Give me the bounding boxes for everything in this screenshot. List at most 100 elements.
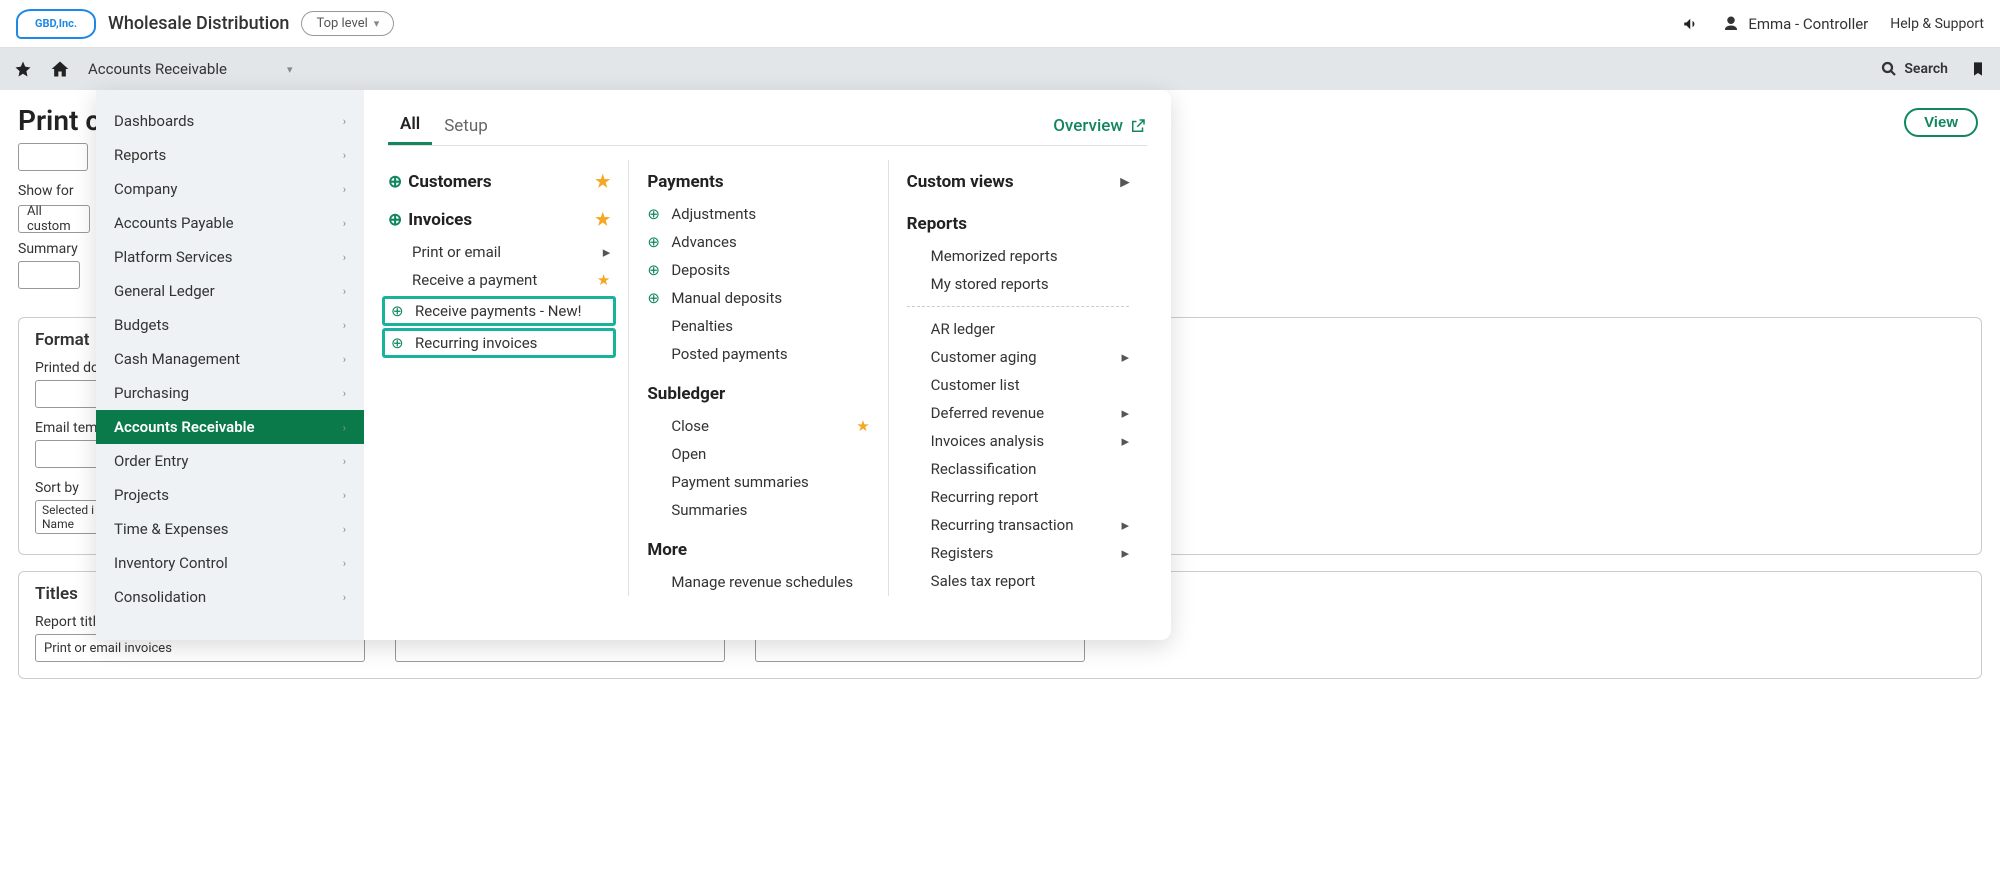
show-for-label: Show for xyxy=(18,183,90,199)
plus-circle-icon: ⊕ xyxy=(391,302,407,320)
chevron-right-icon: ▸ xyxy=(1121,348,1129,366)
sidebar-item-company[interactable]: Company› xyxy=(96,172,364,206)
menu-item-customer-list[interactable]: Customer list xyxy=(907,371,1129,399)
menu-item-my-stored-reports[interactable]: My stored reports xyxy=(907,270,1129,298)
overview-link[interactable]: Overview xyxy=(1053,116,1147,136)
payments-heading[interactable]: Payments xyxy=(647,172,869,192)
custom-views-heading[interactable]: Custom views ▸ xyxy=(907,172,1129,192)
menu-item-deferred-revenue[interactable]: Deferred revenue▸ xyxy=(907,399,1129,427)
input-generic[interactable] xyxy=(18,143,88,171)
user-name: Emma - Controller xyxy=(1748,15,1868,33)
chevron-right-icon: › xyxy=(343,489,346,502)
home-icon[interactable] xyxy=(50,59,70,79)
chevron-right-icon: › xyxy=(343,557,346,570)
chevron-right-icon: ▸ xyxy=(1121,544,1129,562)
sort-option[interactable]: Selected i xyxy=(42,503,94,517)
chevron-right-icon: › xyxy=(343,591,346,604)
menu-item-open[interactable]: Open xyxy=(647,440,869,468)
menu-item-recurring-invoices[interactable]: ⊕Recurring invoices xyxy=(382,328,616,358)
chevron-down-icon: ▾ xyxy=(287,63,293,76)
menu-item-recurring-report[interactable]: Recurring report xyxy=(907,483,1129,511)
menu-item-sales-tax-report[interactable]: Sales tax report xyxy=(907,567,1129,595)
menu-item-ar-ledger[interactable]: AR ledger xyxy=(907,315,1129,343)
menu-item-memorized-reports[interactable]: Memorized reports xyxy=(907,242,1129,270)
breadcrumb-module[interactable]: Accounts Receivable ▾ xyxy=(88,60,293,78)
sidebar-item-cash-management[interactable]: Cash Management› xyxy=(96,342,364,376)
menu-item-customer-aging[interactable]: Customer aging▸ xyxy=(907,343,1129,371)
menu-item-payment-summaries[interactable]: Payment summaries xyxy=(647,468,869,496)
external-link-icon xyxy=(1129,117,1147,135)
sidebar-item-platform-services[interactable]: Platform Services› xyxy=(96,240,364,274)
chevron-right-icon: ▸ xyxy=(1120,172,1129,192)
menu-item-reclassification[interactable]: Reclassification xyxy=(907,455,1129,483)
sidebar-item-consolidation[interactable]: Consolidation› xyxy=(96,580,364,614)
menu-item-receive-payments-new-[interactable]: ⊕Receive payments - New! xyxy=(382,296,616,326)
menu-item-manage-revenue-schedules[interactable]: Manage revenue schedules xyxy=(647,568,869,596)
menu-item-adjustments[interactable]: ⊕Adjustments xyxy=(647,200,869,228)
menu-item-close[interactable]: Close★ xyxy=(647,412,869,440)
star-icon: ★ xyxy=(595,172,610,192)
plus-circle-icon: ⊕ xyxy=(391,334,407,352)
show-for-select[interactable]: All custom xyxy=(18,205,90,233)
menu-item-print-or-email[interactable]: Print or email▸ xyxy=(388,238,610,266)
sidebar-item-purchasing[interactable]: Purchasing› xyxy=(96,376,364,410)
invoices-heading[interactable]: ⊕ Invoices ★ xyxy=(388,210,610,230)
menu-item-summaries[interactable]: Summaries xyxy=(647,496,869,524)
menu-item-registers[interactable]: Registers▸ xyxy=(907,539,1129,567)
menu-item-deposits[interactable]: ⊕Deposits xyxy=(647,256,869,284)
menu-item-posted-payments[interactable]: Posted payments xyxy=(647,340,869,368)
email-template-input[interactable] xyxy=(35,440,101,468)
menu-item-invoices-analysis[interactable]: Invoices analysis▸ xyxy=(907,427,1129,455)
chevron-right-icon: › xyxy=(343,285,346,298)
sidebar-item-order-entry[interactable]: Order Entry› xyxy=(96,444,364,478)
subledger-heading[interactable]: Subledger xyxy=(647,384,869,404)
chevron-right-icon: › xyxy=(343,455,346,468)
chevron-right-icon: › xyxy=(343,523,346,536)
sidebar-item-reports[interactable]: Reports› xyxy=(96,138,364,172)
sidebar-item-accounts-receivable[interactable]: Accounts Receivable› xyxy=(96,410,364,444)
chevron-right-icon: ▸ xyxy=(603,243,611,261)
menu-item-receive-a-payment[interactable]: Receive a payment★ xyxy=(388,266,610,294)
sidebar-item-accounts-payable[interactable]: Accounts Payable› xyxy=(96,206,364,240)
chevron-right-icon: › xyxy=(343,183,346,196)
sidebar-item-general-ledger[interactable]: General Ledger› xyxy=(96,274,364,308)
sidebar-item-time-expenses[interactable]: Time & Expenses› xyxy=(96,512,364,546)
search-icon xyxy=(1880,60,1898,78)
sidebar-item-inventory-control[interactable]: Inventory Control› xyxy=(96,546,364,580)
user-menu[interactable]: Emma - Controller xyxy=(1722,15,1868,33)
tab-all[interactable]: All xyxy=(388,106,432,145)
chevron-right-icon: › xyxy=(343,149,346,162)
search-button[interactable]: Search xyxy=(1880,60,1948,78)
chevron-right-icon: ▸ xyxy=(1121,432,1129,450)
help-link[interactable]: Help & Support xyxy=(1890,16,1984,32)
bookmark-icon[interactable] xyxy=(1970,60,1986,78)
menu-item-advances[interactable]: ⊕Advances xyxy=(647,228,869,256)
sidebar-item-projects[interactable]: Projects› xyxy=(96,478,364,512)
plus-circle-icon: ⊕ xyxy=(647,261,663,279)
more-heading[interactable]: More xyxy=(647,540,869,560)
summary-input[interactable] xyxy=(18,261,80,289)
chevron-right-icon: › xyxy=(343,115,346,128)
chevron-right-icon: › xyxy=(343,387,346,400)
megaphone-icon[interactable] xyxy=(1682,15,1700,33)
menu-col-1: ⊕ Customers ★ ⊕ Invoices ★ Print or emai… xyxy=(388,160,628,596)
sub-header: Accounts Receivable ▾ Search xyxy=(0,48,2000,90)
sidebar-item-budgets[interactable]: Budgets› xyxy=(96,308,364,342)
menu-item-manual-deposits[interactable]: ⊕Manual deposits xyxy=(647,284,869,312)
star-icon[interactable] xyxy=(14,60,32,78)
view-button[interactable]: View xyxy=(1904,108,1978,137)
chevron-right-icon: › xyxy=(343,421,346,434)
menu-item-penalties[interactable]: Penalties xyxy=(647,312,869,340)
level-selector[interactable]: Top level ▾ xyxy=(301,11,394,36)
plus-circle-icon: ⊕ xyxy=(388,172,402,192)
tab-setup[interactable]: Setup xyxy=(432,108,500,144)
menu-sidebar: Dashboards›Reports›Company›Accounts Paya… xyxy=(96,90,364,640)
company-logo[interactable]: GBD,Inc. xyxy=(16,9,96,39)
sidebar-item-dashboards[interactable]: Dashboards› xyxy=(96,104,364,138)
customers-heading[interactable]: ⊕ Customers ★ xyxy=(388,172,610,192)
chevron-right-icon: ▸ xyxy=(1121,404,1129,422)
reports-heading[interactable]: Reports xyxy=(907,214,1129,234)
menu-item-recurring-transaction[interactable]: Recurring transaction▸ xyxy=(907,511,1129,539)
printed-doc-input[interactable] xyxy=(35,380,101,408)
sort-option[interactable]: Name xyxy=(42,517,94,531)
